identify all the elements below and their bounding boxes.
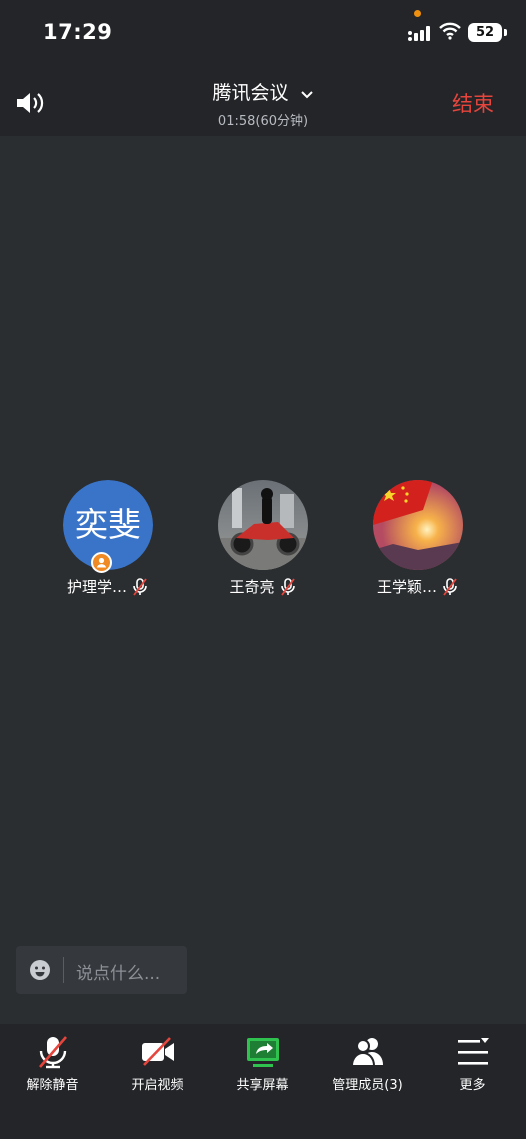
- mic-muted-icon: [133, 577, 147, 596]
- emoji-icon[interactable]: [29, 959, 51, 981]
- members-icon: [350, 1038, 383, 1067]
- unmute-label: 解除静音: [26, 1078, 79, 1093]
- status-time: 17:29: [43, 20, 113, 44]
- battery-indicator: 52: [468, 23, 507, 42]
- participant-tile[interactable]: 王学颖…: [343, 480, 493, 597]
- participant-tile[interactable]: 奕斐 护理学…: [33, 480, 183, 597]
- more-icon: [457, 1038, 489, 1065]
- participant-tile[interactable]: 王奇亮: [188, 480, 338, 597]
- participant-name: 护理学…: [66, 578, 127, 596]
- meeting-duration: 01:58(60分钟): [217, 114, 309, 129]
- manage-members-label: 管理成员(3): [332, 1078, 403, 1093]
- chat-input[interactable]: 说点什么...: [16, 946, 187, 994]
- divider: [63, 957, 64, 983]
- more-button[interactable]: 更多: [420, 1024, 525, 1093]
- share-screen-button[interactable]: 共享屏幕: [210, 1024, 315, 1093]
- avatar: [218, 480, 308, 570]
- motorcycle-photo: [218, 480, 308, 570]
- video-off-icon: [141, 1037, 174, 1066]
- avatar: [373, 480, 463, 570]
- participant-name-row: 护理学…: [67, 576, 149, 597]
- start-video-button[interactable]: 开启视频: [105, 1024, 210, 1093]
- chevron-down-icon: [300, 90, 313, 98]
- mic-off-icon: [38, 1036, 67, 1069]
- meeting-title-button[interactable]: 腾讯会议: [0, 78, 526, 105]
- mic-muted-icon: [443, 577, 457, 596]
- manage-members-button[interactable]: 管理成员(3): [315, 1024, 420, 1093]
- share-screen-icon: [246, 1038, 279, 1067]
- privacy-indicator: [414, 10, 421, 17]
- chat-placeholder: 说点什么...: [76, 964, 161, 984]
- more-label: 更多: [459, 1078, 486, 1093]
- participant-name: 王学颖…: [376, 578, 437, 596]
- host-badge-icon: [91, 552, 112, 573]
- share-screen-label: 共享屏幕: [236, 1078, 289, 1093]
- meeting-header: 腾讯会议 01:58(60分钟) 结束: [0, 66, 526, 136]
- cellular-signal-icon: [408, 26, 430, 41]
- flag-sunset-photo: [373, 480, 463, 570]
- participant-name: 王奇亮: [229, 578, 275, 596]
- mic-muted-icon: [280, 577, 295, 596]
- wifi-icon: [439, 22, 461, 40]
- bottom-toolbar: 解除静音 开启视频 共享屏幕 管理成员(3) 更多: [0, 1024, 526, 1139]
- participant-name-row: 王奇亮: [229, 576, 296, 597]
- unmute-button[interactable]: 解除静音: [0, 1024, 105, 1093]
- status-bar: 17:29 52: [0, 0, 526, 66]
- participant-name-row: 王学颖…: [377, 576, 459, 597]
- meeting-title: 腾讯会议: [212, 82, 289, 104]
- end-meeting-button[interactable]: 结束: [452, 88, 494, 118]
- start-video-label: 开启视频: [131, 1078, 184, 1093]
